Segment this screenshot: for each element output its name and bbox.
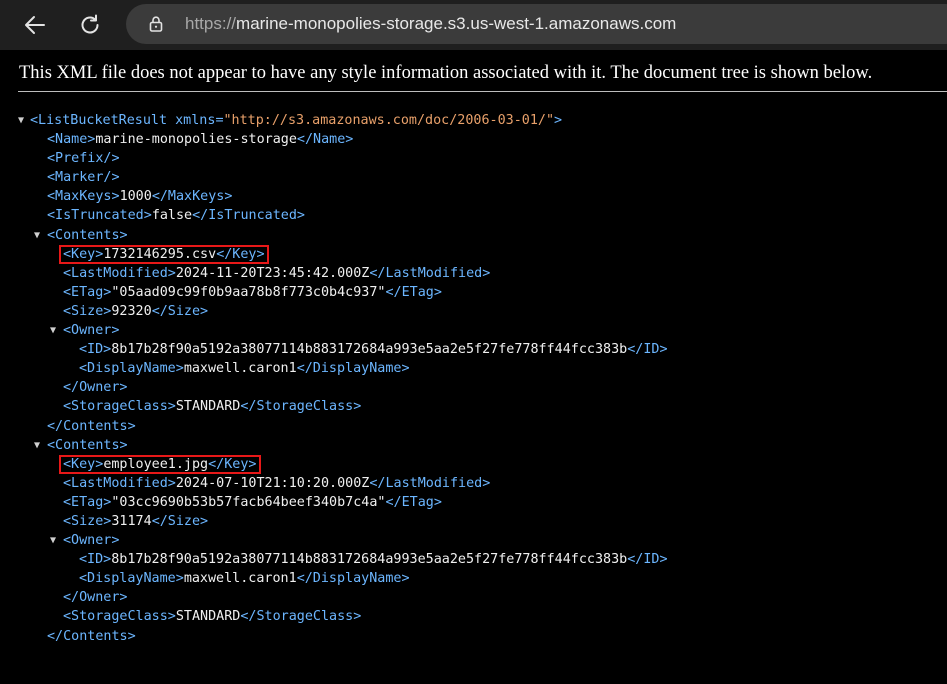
xml-line-etag: <ETag>"05aad09c99f0b9aa78b8f773c0b4c937"… [63, 284, 442, 300]
xml-line-owner-id: <ID>8b17b28f90a5192a38077114b883172684a9… [79, 342, 668, 358]
collapse-toggle-icon[interactable]: ▼ [18, 111, 24, 130]
bucket-name: marine-monopolies-storage [95, 132, 297, 148]
etag-value: "05aad09c99f0b9aa78b8f773c0b4c937" [111, 284, 386, 300]
xml-tree: ▼ <ListBucketResult xmlns="http://s3.ama… [0, 111, 947, 646]
storage-class-value: STANDARD [175, 609, 241, 625]
xml-line-etag: <ETag>"03cc9690b53b57facb64beef340b7c4a"… [63, 494, 442, 510]
xml-line-root: ▼ <ListBucketResult xmlns="http://s3.ama… [0, 111, 947, 130]
highlighted-key: <Key>1732146295.csv</Key> [59, 244, 269, 264]
display-name-value: maxwell.caron1 [183, 361, 297, 377]
site-info-button[interactable] [142, 10, 170, 38]
reload-icon [81, 14, 99, 34]
xml-line-size: <Size>92320</Size> [63, 303, 209, 319]
owner-id-value: 8b17b28f90a5192a38077114b883172684a993e5… [111, 552, 628, 568]
xml-line-owner-open: ▼ <Owner> [0, 321, 947, 340]
display-name-value: maxwell.caron1 [183, 571, 297, 587]
xml-line-name: <Name>marine-monopolies-storage</Name> [47, 132, 354, 148]
xml-line-size: <Size>31174</Size> [63, 513, 209, 529]
size-value: 31174 [111, 513, 152, 529]
url-text[interactable]: https://marine-monopolies-storage.s3.us-… [185, 14, 676, 34]
browser-toolbar: https://marine-monopolies-storage.s3.us-… [0, 0, 947, 50]
xml-line-marker: <Marker/> [0, 168, 947, 187]
root-attr-name: xmlns [175, 113, 216, 128]
max-keys-value: 1000 [119, 189, 152, 205]
xml-line-lastmodified: <LastModified>2024-07-10T21:10:20.000Z</… [63, 475, 491, 491]
prefix-tag: <Prefix/> [47, 151, 120, 167]
xml-line-key: <Key>1732146295.csv</Key> [0, 244, 947, 264]
is-truncated-value: false [151, 208, 193, 224]
collapse-toggle-icon[interactable]: ▼ [34, 226, 40, 245]
xml-line-owner-close: </Owner> [63, 590, 128, 606]
xml-line-storageclass: <StorageClass>STANDARD</StorageClass> [63, 399, 362, 415]
owner-id-value: 8b17b28f90a5192a38077114b883172684a993e5… [111, 342, 628, 358]
xml-line-owner-open: ▼ <Owner> [0, 531, 947, 550]
collapse-toggle-icon[interactable]: ▼ [50, 321, 56, 340]
object-key: employee1.jpg [103, 456, 209, 472]
xml-line-owner-close: </Owner> [63, 380, 128, 396]
object-key: 1732146295.csv [103, 246, 217, 262]
url-scheme: https:// [185, 14, 237, 33]
xml-line-prefix: <Prefix/> [0, 149, 947, 168]
etag-value: "03cc9690b53b57facb64beef340b7c4a" [111, 494, 386, 510]
xml-line-storageclass: <StorageClass>STANDARD</StorageClass> [63, 609, 362, 625]
xml-line-owner-id: <ID>8b17b28f90a5192a38077114b883172684a9… [79, 552, 668, 568]
storage-class-value: STANDARD [175, 399, 241, 415]
url-host: marine-monopolies-storage.s3.us-west-1.a… [236, 14, 677, 33]
collapse-toggle-icon[interactable]: ▼ [50, 531, 56, 550]
root-attr-value: "http://s3.amazonaws.com/doc/2006-03-01/… [223, 113, 555, 128]
last-modified-value: 2024-07-10T21:10:20.000Z [175, 475, 370, 491]
root-open-tag: <ListBucketResult [30, 113, 168, 128]
xml-line-key: <Key>employee1.jpg</Key> [0, 454, 947, 474]
xml-line-istruncated: <IsTruncated>false</IsTruncated> [47, 208, 305, 224]
arrow-left-icon [25, 16, 45, 34]
lock-icon [149, 16, 163, 32]
xml-line-maxkeys: <MaxKeys>1000</MaxKeys> [47, 189, 233, 205]
xml-line-contents-close: </Contents> [47, 418, 136, 434]
xml-line-lastmodified: <LastModified>2024-11-20T23:45:42.000Z</… [63, 265, 491, 281]
collapse-toggle-icon[interactable]: ▼ [34, 436, 40, 455]
marker-tag: <Marker/> [47, 170, 120, 186]
xml-line-displayname: <DisplayName>maxwell.caron1</DisplayName… [79, 361, 410, 377]
back-button[interactable] [18, 8, 52, 42]
notice-divider [18, 91, 947, 92]
last-modified-value: 2024-11-20T23:45:42.000Z [175, 265, 370, 281]
address-bar[interactable]: https://marine-monopolies-storage.s3.us-… [126, 4, 947, 44]
xml-line-contents-close: </Contents> [47, 628, 136, 644]
size-value: 92320 [111, 303, 152, 319]
xml-style-notice: This XML file does not appear to have an… [19, 63, 873, 83]
xml-line-displayname: <DisplayName>maxwell.caron1</DisplayName… [79, 571, 410, 587]
reload-button[interactable] [73, 8, 107, 42]
highlighted-key: <Key>employee1.jpg</Key> [59, 454, 261, 474]
xml-line-contents-open: ▼ <Contents> [0, 436, 947, 455]
xml-line-contents-open: ▼ <Contents> [0, 226, 947, 245]
